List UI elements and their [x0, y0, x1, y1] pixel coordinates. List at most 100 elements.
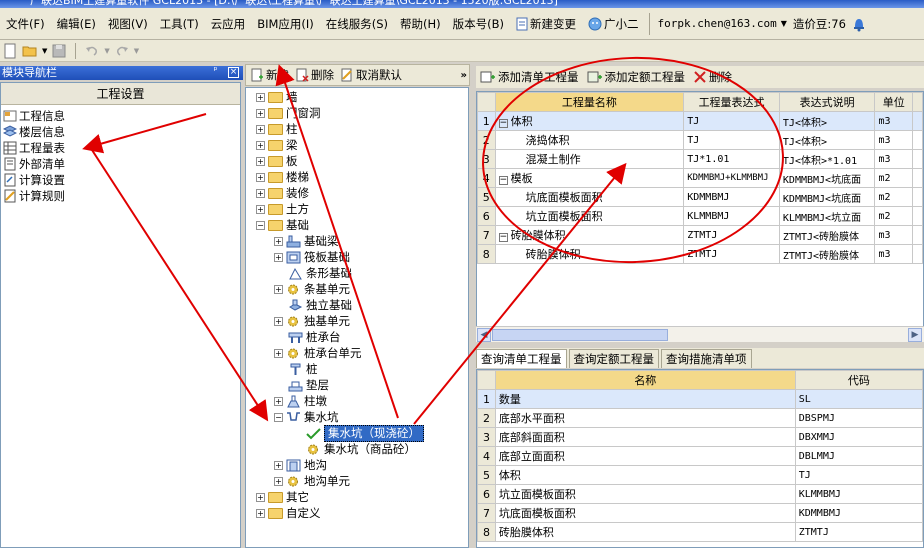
cell-name[interactable]: 底部斜面面积: [494, 427, 796, 447]
cell-name[interactable]: 砖胎膜体积: [494, 244, 685, 264]
cell-expression[interactable]: KLMMBMJ: [683, 206, 780, 226]
tree-node-foundation-beam[interactable]: + 基础梁: [274, 234, 339, 249]
nav-item-calc-rules[interactable]: 计算规则: [3, 188, 65, 204]
tab-query-list[interactable]: 查询清单工程量: [476, 349, 567, 368]
table-row[interactable]: 2 底部水平面积 DBSPMJ: [477, 408, 923, 428]
tree-node-beam[interactable]: + 梁: [256, 138, 298, 153]
tree-node-pile-cap-unit[interactable]: + 桩承台单元: [274, 346, 362, 361]
collapse-icon[interactable]: −: [256, 221, 265, 230]
table-row[interactable]: 3 底部斜面面积 DBXMMJ: [477, 427, 923, 447]
expand-icon[interactable]: +: [274, 397, 283, 406]
cell-code[interactable]: KLMMBMJ: [794, 484, 923, 504]
menu-online[interactable]: 在线服务(S): [320, 8, 394, 40]
tree-node-pile[interactable]: 桩: [288, 362, 318, 377]
table-row[interactable]: 2 浇捣体积 TJ TJ<体积> m3: [477, 130, 923, 150]
cell-expression[interactable]: TJ: [683, 111, 780, 131]
open-folder-icon[interactable]: [22, 43, 38, 59]
menu-bim[interactable]: BIM应用(I): [251, 8, 320, 40]
expand-icon[interactable]: +: [256, 157, 265, 166]
table-row[interactable]: 1− 体积 TJ TJ<体积> m3: [477, 111, 923, 131]
assistant-button[interactable]: 广小二: [582, 8, 645, 40]
expand-icon[interactable]: +: [274, 317, 283, 326]
cell-expression[interactable]: KDMMBMJ: [683, 187, 780, 207]
undo-icon[interactable]: [84, 43, 100, 59]
expand-icon[interactable]: +: [256, 125, 265, 134]
table-row[interactable]: 5 体积 TJ: [477, 465, 923, 485]
header-code[interactable]: 代码: [794, 370, 923, 390]
nav-item-floor-info[interactable]: 楼层信息: [3, 124, 65, 140]
tree-node-wall[interactable]: + 墙: [256, 90, 298, 105]
cell-name[interactable]: − 砖胎膜体积: [494, 225, 685, 245]
cell-code[interactable]: TJ: [794, 465, 923, 485]
cell-name[interactable]: 底部立面面积: [494, 446, 796, 466]
expand-icon[interactable]: +: [256, 141, 265, 150]
add-quota-quantity-button[interactable]: 添加定额工程量: [587, 69, 685, 85]
table-row[interactable]: 4 底部立面面积 DBLMMJ: [477, 446, 923, 466]
tree-node-cushion[interactable]: 垫层: [288, 378, 329, 393]
close-icon[interactable]: ×: [228, 67, 239, 78]
cell-name[interactable]: 砖胎膜体积: [494, 522, 796, 542]
collapse-icon[interactable]: −: [498, 233, 508, 242]
cell-name[interactable]: 数量: [494, 389, 796, 409]
header-expression[interactable]: 工程量表达式: [683, 92, 780, 112]
table-row[interactable]: 7 坑底面模板面积 KDMMBMJ: [477, 503, 923, 523]
cell-name[interactable]: 坑立面模板面积: [494, 484, 796, 504]
table-row[interactable]: 6 坑立面模板面积 KLMMBMJ: [477, 484, 923, 504]
tree-node-custom[interactable]: + 自定义: [256, 506, 321, 521]
tree-node-earthwork[interactable]: + 土方: [256, 202, 309, 217]
header-unit[interactable]: 单位: [874, 92, 914, 112]
open-dropdown-icon[interactable]: ▼: [42, 47, 47, 55]
cell-expression[interactable]: ZTMTJ: [683, 244, 780, 264]
tree-node-trench-unit[interactable]: + 地沟单元: [274, 474, 350, 489]
nav-item-project-info[interactable]: 工程信息: [3, 108, 65, 124]
expand-icon[interactable]: +: [274, 461, 283, 470]
header-quantity-name[interactable]: 工程量名称: [494, 92, 685, 112]
cell-expression[interactable]: ZTMTJ: [683, 225, 780, 245]
cell-name[interactable]: 坑底面模板面积: [494, 187, 685, 207]
save-icon[interactable]: [51, 43, 67, 59]
tab-query-measures[interactable]: 查询措施清单项: [661, 349, 752, 368]
menu-help[interactable]: 帮助(H): [394, 8, 447, 40]
cancel-default-button[interactable]: 取消默认: [340, 67, 402, 83]
redo-icon[interactable]: [114, 43, 130, 59]
tree-node-other[interactable]: + 其它: [256, 490, 309, 505]
new-button[interactable]: 新建: [250, 67, 289, 83]
expand-icon[interactable]: +: [274, 477, 283, 486]
cell-code[interactable]: KDMMBMJ: [794, 503, 923, 523]
expand-icon[interactable]: +: [256, 93, 265, 102]
cell-code[interactable]: DBLMMJ: [794, 446, 923, 466]
tree-node-openings[interactable]: + 门窗洞: [256, 106, 321, 121]
collapse-icon[interactable]: −: [498, 119, 508, 128]
tree-node-stairs[interactable]: + 楼梯: [256, 170, 309, 185]
tree-node-column[interactable]: + 柱: [256, 122, 298, 137]
menu-version[interactable]: 版本号(B): [447, 8, 510, 40]
table-row[interactable]: 5 坑底面模板面积 KDMMBMJ KDMMBMJ<坑底面 m2: [477, 187, 923, 207]
expand-icon[interactable]: +: [274, 253, 283, 262]
account-email[interactable]: forpk.chen@163.com: [654, 17, 781, 30]
cell-code[interactable]: DBXMMJ: [794, 427, 923, 447]
expand-icon[interactable]: +: [256, 493, 265, 502]
table-row[interactable]: 8 砖胎膜体积 ZTMTJ ZTMTJ<砖胎膜体 m3: [477, 244, 923, 264]
cell-name[interactable]: 混凝土制作: [494, 149, 685, 169]
tree-node-trench[interactable]: + 地沟: [274, 458, 327, 473]
table-row[interactable]: 3 混凝土制作 TJ*1.01 TJ<体积>*1.01 m3: [477, 149, 923, 169]
table-row[interactable]: 4− 模板 KDMMBMJ+KLMMBMJ KDMMBMJ<坑底面 m2: [477, 168, 923, 188]
tree-node-strip-unit[interactable]: + 条基单元: [274, 282, 350, 297]
nav-item-quantity-table[interactable]: 工程量表: [3, 140, 65, 156]
header-name[interactable]: 名称: [494, 370, 796, 390]
menu-view[interactable]: 视图(V): [102, 8, 154, 40]
redo-dropdown-icon[interactable]: ▼: [134, 47, 139, 55]
cell-expression[interactable]: TJ*1.01: [683, 149, 780, 169]
tab-query-quota[interactable]: 查询定额工程量: [568, 349, 659, 368]
tree-node-slab[interactable]: + 板: [256, 154, 298, 169]
table-row[interactable]: 1 数量 SL: [477, 389, 923, 409]
expand-icon[interactable]: +: [274, 285, 283, 294]
cell-expression[interactable]: TJ: [683, 130, 780, 150]
undo-dropdown-icon[interactable]: ▼: [104, 47, 109, 55]
tree-node-sump-pit[interactable]: − 集水坑: [274, 410, 339, 425]
expand-icon[interactable]: +: [256, 189, 265, 198]
nav-item-calc-settings[interactable]: 计算设置: [3, 172, 65, 188]
menu-tools[interactable]: 工具(T): [154, 8, 205, 40]
cell-name[interactable]: 坑底面模板面积: [494, 503, 796, 523]
delete-quantity-button[interactable]: 删除: [693, 69, 732, 85]
